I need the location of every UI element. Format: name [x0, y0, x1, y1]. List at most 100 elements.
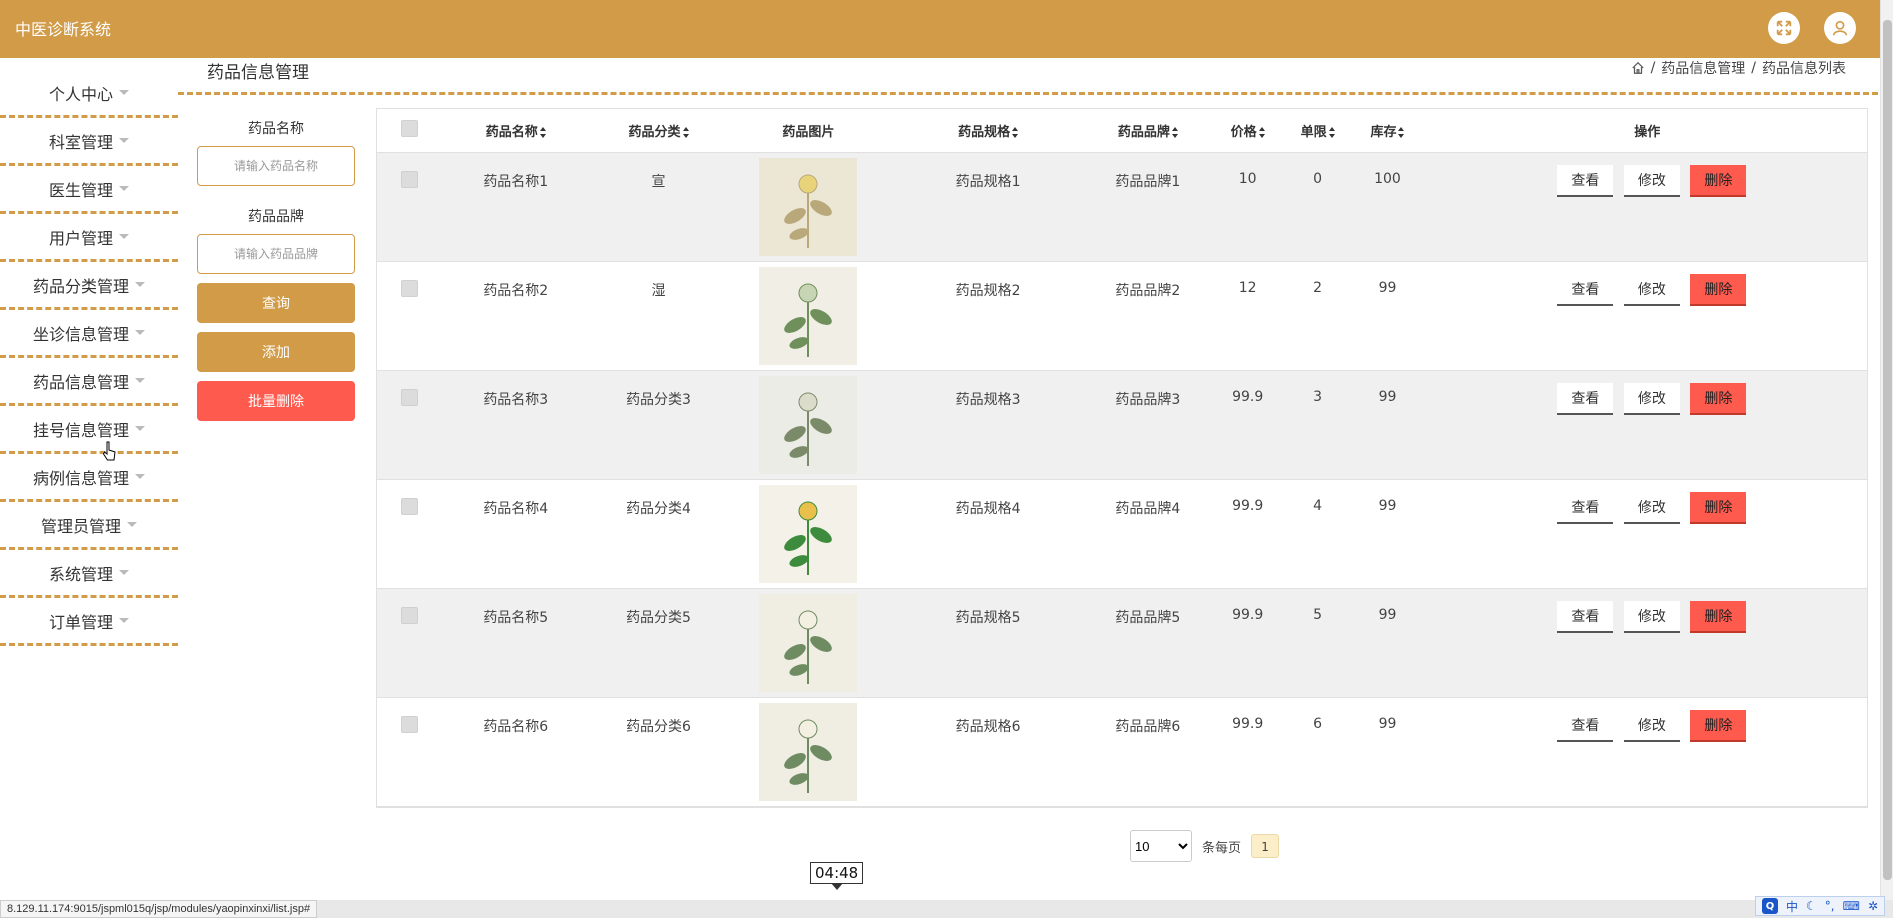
sidebar-item-personal-center[interactable]: 个人中心: [0, 58, 178, 118]
column-header-brand[interactable]: 药品品牌: [1088, 109, 1208, 152]
user-icon: [1832, 20, 1848, 36]
view-button[interactable]: 查看: [1557, 273, 1614, 306]
cell-name: 药品名称1: [483, 173, 549, 190]
fullscreen-button[interactable]: [1768, 12, 1800, 44]
edit-button[interactable]: 修改: [1623, 273, 1680, 306]
medicine-image[interactable]: [759, 593, 858, 692]
cell-limit: 2: [1313, 279, 1323, 296]
sidebar-item-admin[interactable]: 管理员管理: [0, 502, 178, 550]
sidebar-item-user[interactable]: 用户管理: [0, 214, 178, 262]
cell-brand: 药品品牌1: [1115, 173, 1181, 190]
brand-label: 药品品牌: [248, 209, 304, 225]
sidebar-item-registration[interactable]: 挂号信息管理: [0, 406, 178, 454]
column-header-category[interactable]: 药品分类: [589, 109, 729, 152]
delete-button[interactable]: 删除: [1690, 600, 1747, 633]
time-tooltip: 04:48: [810, 862, 864, 890]
cell-limit: 4: [1313, 497, 1323, 514]
delete-button[interactable]: 删除: [1690, 164, 1747, 197]
delete-button[interactable]: 删除: [1690, 491, 1747, 524]
top-bar: 中医诊断系统: [0, 0, 1880, 58]
cell-price: 99.9: [1232, 606, 1264, 623]
sidebar-item-doctor[interactable]: 医生管理: [0, 166, 178, 214]
column-header-price[interactable]: 价格: [1208, 109, 1288, 152]
row-checkbox[interactable]: [401, 170, 419, 188]
cell-price: 99.9: [1232, 388, 1264, 405]
browser-status-bar: 8.129.11.174:9015/jspml015q/jsp/modules/…: [0, 900, 1893, 918]
medicine-image[interactable]: [759, 484, 858, 583]
view-button[interactable]: 查看: [1557, 709, 1614, 742]
sidebar-item-label: 科室管理: [48, 132, 113, 152]
medicine-image[interactable]: [759, 157, 858, 256]
cell-stock: 99: [1378, 606, 1397, 623]
moon-icon[interactable]: ☾: [1806, 899, 1817, 913]
add-button[interactable]: 添加: [197, 332, 355, 372]
sidebar: 个人中心 科室管理 医生管理 用户管理 药品分类管理 坐诊信息管理 药品信息管理…: [0, 58, 178, 646]
caret-down-icon: [135, 426, 145, 431]
sidebar-item-medicine-info[interactable]: 药品信息管理: [0, 358, 178, 406]
sidebar-item-case[interactable]: 病例信息管理: [0, 454, 178, 502]
cell-spec: 药品规格1: [955, 173, 1021, 190]
edit-button[interactable]: 修改: [1623, 709, 1680, 742]
view-button[interactable]: 查看: [1557, 382, 1614, 415]
view-button[interactable]: 查看: [1557, 600, 1614, 633]
breadcrumb-item[interactable]: 药品信息管理: [1661, 58, 1745, 78]
page-number-button[interactable]: 1: [1251, 834, 1280, 858]
column-header-name[interactable]: 药品名称: [443, 109, 589, 152]
name-search-input[interactable]: [197, 146, 355, 186]
punctuation-icon[interactable]: °,: [1825, 899, 1835, 913]
scrollbar-thumb[interactable]: [1883, 20, 1892, 880]
user-button[interactable]: [1824, 12, 1856, 44]
table-row: 药品名称3 药品分类3 药品规格3 药品品牌3 99.9 3 99 查看 修改 …: [377, 370, 1867, 479]
sidebar-item-system[interactable]: 系统管理: [0, 550, 178, 598]
delete-button[interactable]: 删除: [1690, 382, 1747, 415]
column-header-spec[interactable]: 药品规格: [888, 109, 1088, 152]
cell-spec: 药品规格6: [955, 718, 1021, 735]
medicine-image[interactable]: [759, 266, 858, 365]
sidebar-item-label: 病例信息管理: [32, 468, 129, 488]
page-scrollbar[interactable]: [1880, 0, 1893, 918]
sidebar-item-consultation[interactable]: 坐诊信息管理: [0, 310, 178, 358]
brand-search-input[interactable]: [197, 234, 355, 274]
query-button[interactable]: 查询: [197, 283, 355, 323]
column-header-stock[interactable]: 库存: [1348, 109, 1428, 152]
settings-icon[interactable]: ✲: [1868, 899, 1878, 913]
edit-button[interactable]: 修改: [1623, 600, 1680, 633]
edit-button[interactable]: 修改: [1623, 164, 1680, 197]
row-checkbox[interactable]: [401, 606, 419, 624]
sidebar-item-label: 管理员管理: [40, 516, 121, 536]
cell-stock: 99: [1378, 715, 1397, 732]
pagination: 10 条每页 1: [1130, 830, 1280, 862]
cell-limit: 6: [1313, 715, 1323, 732]
sidebar-item-order[interactable]: 订单管理: [0, 598, 178, 646]
row-checkbox[interactable]: [401, 279, 419, 297]
column-header-limit[interactable]: 单限: [1288, 109, 1348, 152]
select-all-checkbox[interactable]: [401, 119, 419, 137]
row-checkbox[interactable]: [401, 715, 419, 733]
row-checkbox[interactable]: [401, 388, 419, 406]
header-divider: [178, 92, 1878, 95]
column-header-actions: 操作: [1634, 124, 1661, 140]
cell-spec: 药品规格3: [955, 391, 1021, 408]
keyboard-icon[interactable]: ⌨: [1843, 899, 1860, 913]
ime-mode[interactable]: 中: [1786, 898, 1798, 915]
delete-button[interactable]: 删除: [1690, 709, 1747, 742]
ime-toolbar[interactable]: Q 中 ☾ °, ⌨ ✲: [1755, 896, 1885, 916]
delete-button[interactable]: 删除: [1690, 273, 1747, 306]
cell-stock: 100: [1374, 170, 1401, 187]
view-button[interactable]: 查看: [1557, 491, 1614, 524]
sidebar-item-medicine-category[interactable]: 药品分类管理: [0, 262, 178, 310]
edit-button[interactable]: 修改: [1623, 382, 1680, 415]
medicine-image[interactable]: [759, 702, 858, 801]
sidebar-item-label: 挂号信息管理: [32, 420, 129, 440]
page-size-select[interactable]: 10: [1130, 830, 1192, 862]
view-button[interactable]: 查看: [1557, 164, 1614, 197]
medicine-image[interactable]: [759, 375, 858, 474]
sidebar-item-label: 用户管理: [48, 228, 113, 248]
sidebar-item-department[interactable]: 科室管理: [0, 118, 178, 166]
caret-down-icon: [119, 618, 129, 623]
home-icon[interactable]: [1631, 61, 1645, 75]
row-checkbox[interactable]: [401, 497, 419, 515]
sidebar-item-label: 坐诊信息管理: [32, 324, 129, 344]
batch-delete-button[interactable]: 批量删除: [197, 381, 355, 421]
edit-button[interactable]: 修改: [1623, 491, 1680, 524]
